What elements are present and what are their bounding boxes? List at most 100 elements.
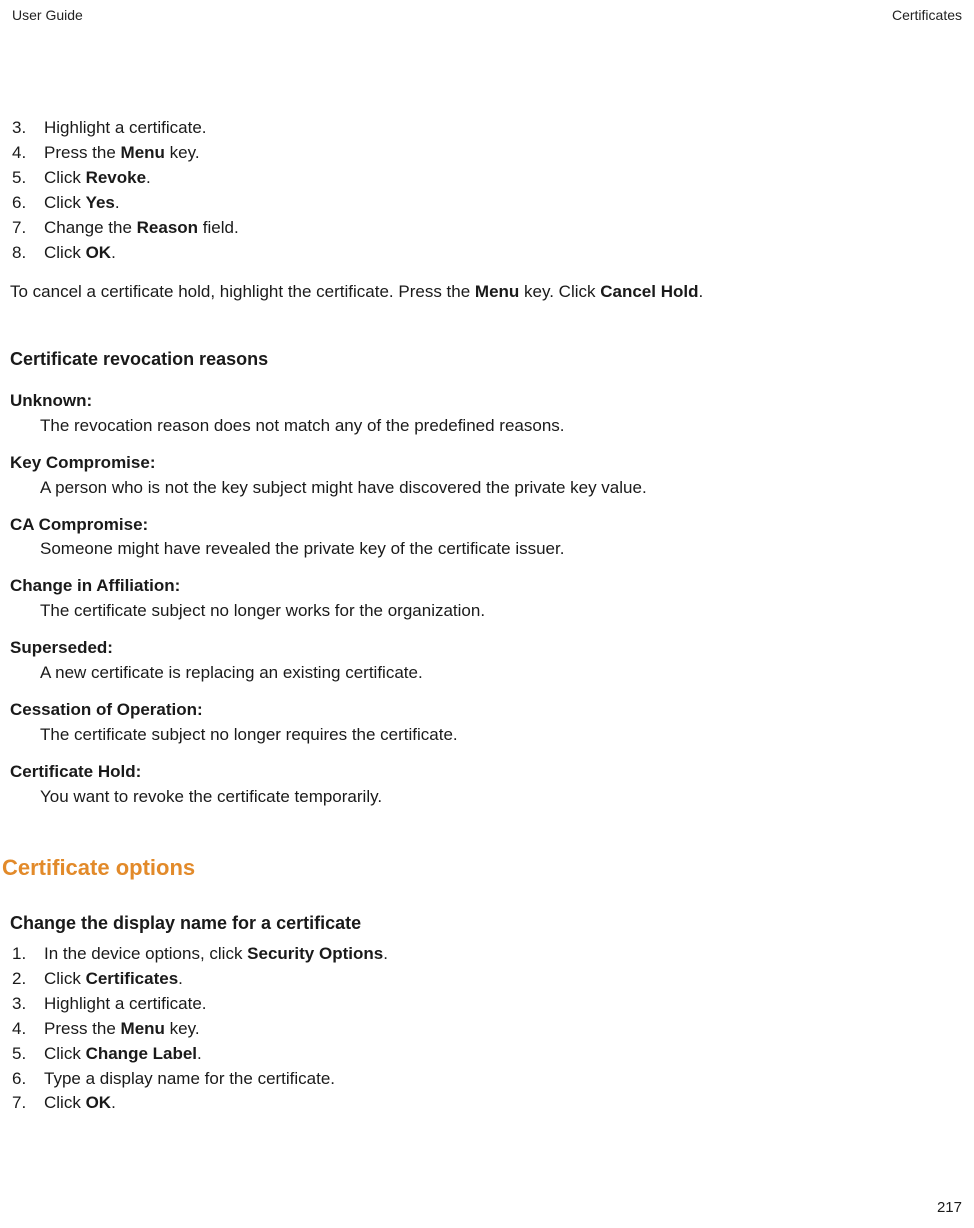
step-number: 5. — [12, 1043, 44, 1066]
step-text: Click Certificates. — [44, 968, 964, 991]
bold: Menu — [121, 1019, 165, 1038]
text: Click — [44, 969, 86, 988]
bold: Security Options — [247, 944, 383, 963]
text: . — [178, 969, 183, 988]
text: key. Click — [519, 282, 600, 301]
step-number: 1. — [12, 943, 44, 966]
bold: Menu — [475, 282, 519, 301]
reason-definition: The certificate subject no longer works … — [40, 600, 964, 623]
list-item: 5. Click Change Label. — [12, 1043, 964, 1066]
list-item: 1. In the device options, click Security… — [12, 943, 964, 966]
text: . — [111, 243, 116, 262]
step-number: 7. — [12, 1092, 44, 1115]
list-item: 8. Click OK. — [12, 242, 964, 265]
page-content: 3. Highlight a certificate. 4. Press the… — [10, 25, 964, 1116]
list-item: 4. Press the Menu key. — [12, 1018, 964, 1041]
step-number: 6. — [12, 1068, 44, 1091]
step-number: 3. — [12, 117, 44, 140]
text: key. — [165, 1019, 200, 1038]
text: To cancel a certificate hold, highlight … — [10, 282, 475, 301]
step-text: Click OK. — [44, 1092, 964, 1115]
text: Press the — [44, 1019, 121, 1038]
reason-definition: You want to revoke the certificate tempo… — [40, 786, 964, 809]
page-header: User Guide Certificates — [10, 6, 964, 25]
reason-definition: A person who is not the key subject migh… — [40, 477, 964, 500]
certificate-options-heading: Certificate options — [2, 853, 964, 883]
list-item: 5. Click Revoke. — [12, 167, 964, 190]
reason-definition: Someone might have revealed the private … — [40, 538, 964, 561]
text: field. — [198, 218, 239, 237]
list-item: 7. Click OK. — [12, 1092, 964, 1115]
steps-list-a: 3. Highlight a certificate. 4. Press the… — [10, 117, 964, 265]
reason-term: Key Compromise: — [10, 452, 964, 475]
text: . — [146, 168, 151, 187]
step-text: Type a display name for the certificate. — [44, 1068, 964, 1091]
bold: Reason — [137, 218, 198, 237]
text: Click — [44, 1093, 86, 1112]
text: . — [383, 944, 388, 963]
reason-term: Superseded: — [10, 637, 964, 660]
step-text: Press the Menu key. — [44, 1018, 964, 1041]
list-item: 4. Press the Menu key. — [12, 142, 964, 165]
text: Click — [44, 168, 86, 187]
bold: Menu — [121, 143, 165, 162]
list-item: 2. Click Certificates. — [12, 968, 964, 991]
text: Click — [44, 243, 86, 262]
text: . — [115, 193, 120, 212]
step-number: 5. — [12, 167, 44, 190]
text: In the device options, click — [44, 944, 247, 963]
bold: Cancel Hold — [600, 282, 698, 301]
cancel-hold-note: To cancel a certificate hold, highlight … — [10, 281, 964, 304]
header-left: User Guide — [12, 6, 83, 25]
reason-definition: A new certificate is replacing an existi… — [40, 662, 964, 685]
text: . — [197, 1044, 202, 1063]
text: Click — [44, 193, 86, 212]
step-number: 8. — [12, 242, 44, 265]
step-text: Press the Menu key. — [44, 142, 964, 165]
list-item: 7. Change the Reason field. — [12, 217, 964, 240]
reason-definition: The revocation reason does not match any… — [40, 415, 964, 438]
bold: Change Label — [86, 1044, 197, 1063]
step-text: Click Revoke. — [44, 167, 964, 190]
step-text: Click Change Label. — [44, 1043, 964, 1066]
step-text: In the device options, click Security Op… — [44, 943, 964, 966]
text: Change the — [44, 218, 137, 237]
step-text: Click Yes. — [44, 192, 964, 215]
bold: Yes — [86, 193, 115, 212]
text: . — [698, 282, 703, 301]
bold: OK — [86, 243, 112, 262]
step-text: Highlight a certificate. — [44, 993, 964, 1016]
list-item: 6. Type a display name for the certifica… — [12, 1068, 964, 1091]
bold: Revoke — [86, 168, 146, 187]
change-display-name-heading: Change the display name for a certificat… — [10, 911, 964, 935]
list-item: 3. Highlight a certificate. — [12, 117, 964, 140]
revocation-reasons-heading: Certificate revocation reasons — [10, 347, 964, 371]
step-text: Click OK. — [44, 242, 964, 265]
list-item: 6. Click Yes. — [12, 192, 964, 215]
reasons-list: Unknown: The revocation reason does not … — [10, 390, 964, 809]
step-number: 4. — [12, 1018, 44, 1041]
text: . — [111, 1093, 116, 1112]
reason-definition: The certificate subject no longer requir… — [40, 724, 964, 747]
reason-term: Change in Affiliation: — [10, 575, 964, 598]
list-item: 3. Highlight a certificate. — [12, 993, 964, 1016]
page-number: 217 — [937, 1198, 962, 1218]
step-number: 4. — [12, 142, 44, 165]
step-text: Change the Reason field. — [44, 217, 964, 240]
bold: Certificates — [86, 969, 179, 988]
step-number: 2. — [12, 968, 44, 991]
step-number: 7. — [12, 217, 44, 240]
bold: OK — [86, 1093, 112, 1112]
step-number: 3. — [12, 993, 44, 1016]
step-number: 6. — [12, 192, 44, 215]
reason-term: Unknown: — [10, 390, 964, 413]
reason-term: Cessation of Operation: — [10, 699, 964, 722]
text: key. — [165, 143, 200, 162]
reason-term: CA Compromise: — [10, 514, 964, 537]
header-right: Certificates — [892, 6, 962, 25]
text: Press the — [44, 143, 121, 162]
step-text: Highlight a certificate. — [44, 117, 964, 140]
reason-term: Certificate Hold: — [10, 761, 964, 784]
steps-list-b: 1. In the device options, click Security… — [10, 943, 964, 1116]
text: Click — [44, 1044, 86, 1063]
